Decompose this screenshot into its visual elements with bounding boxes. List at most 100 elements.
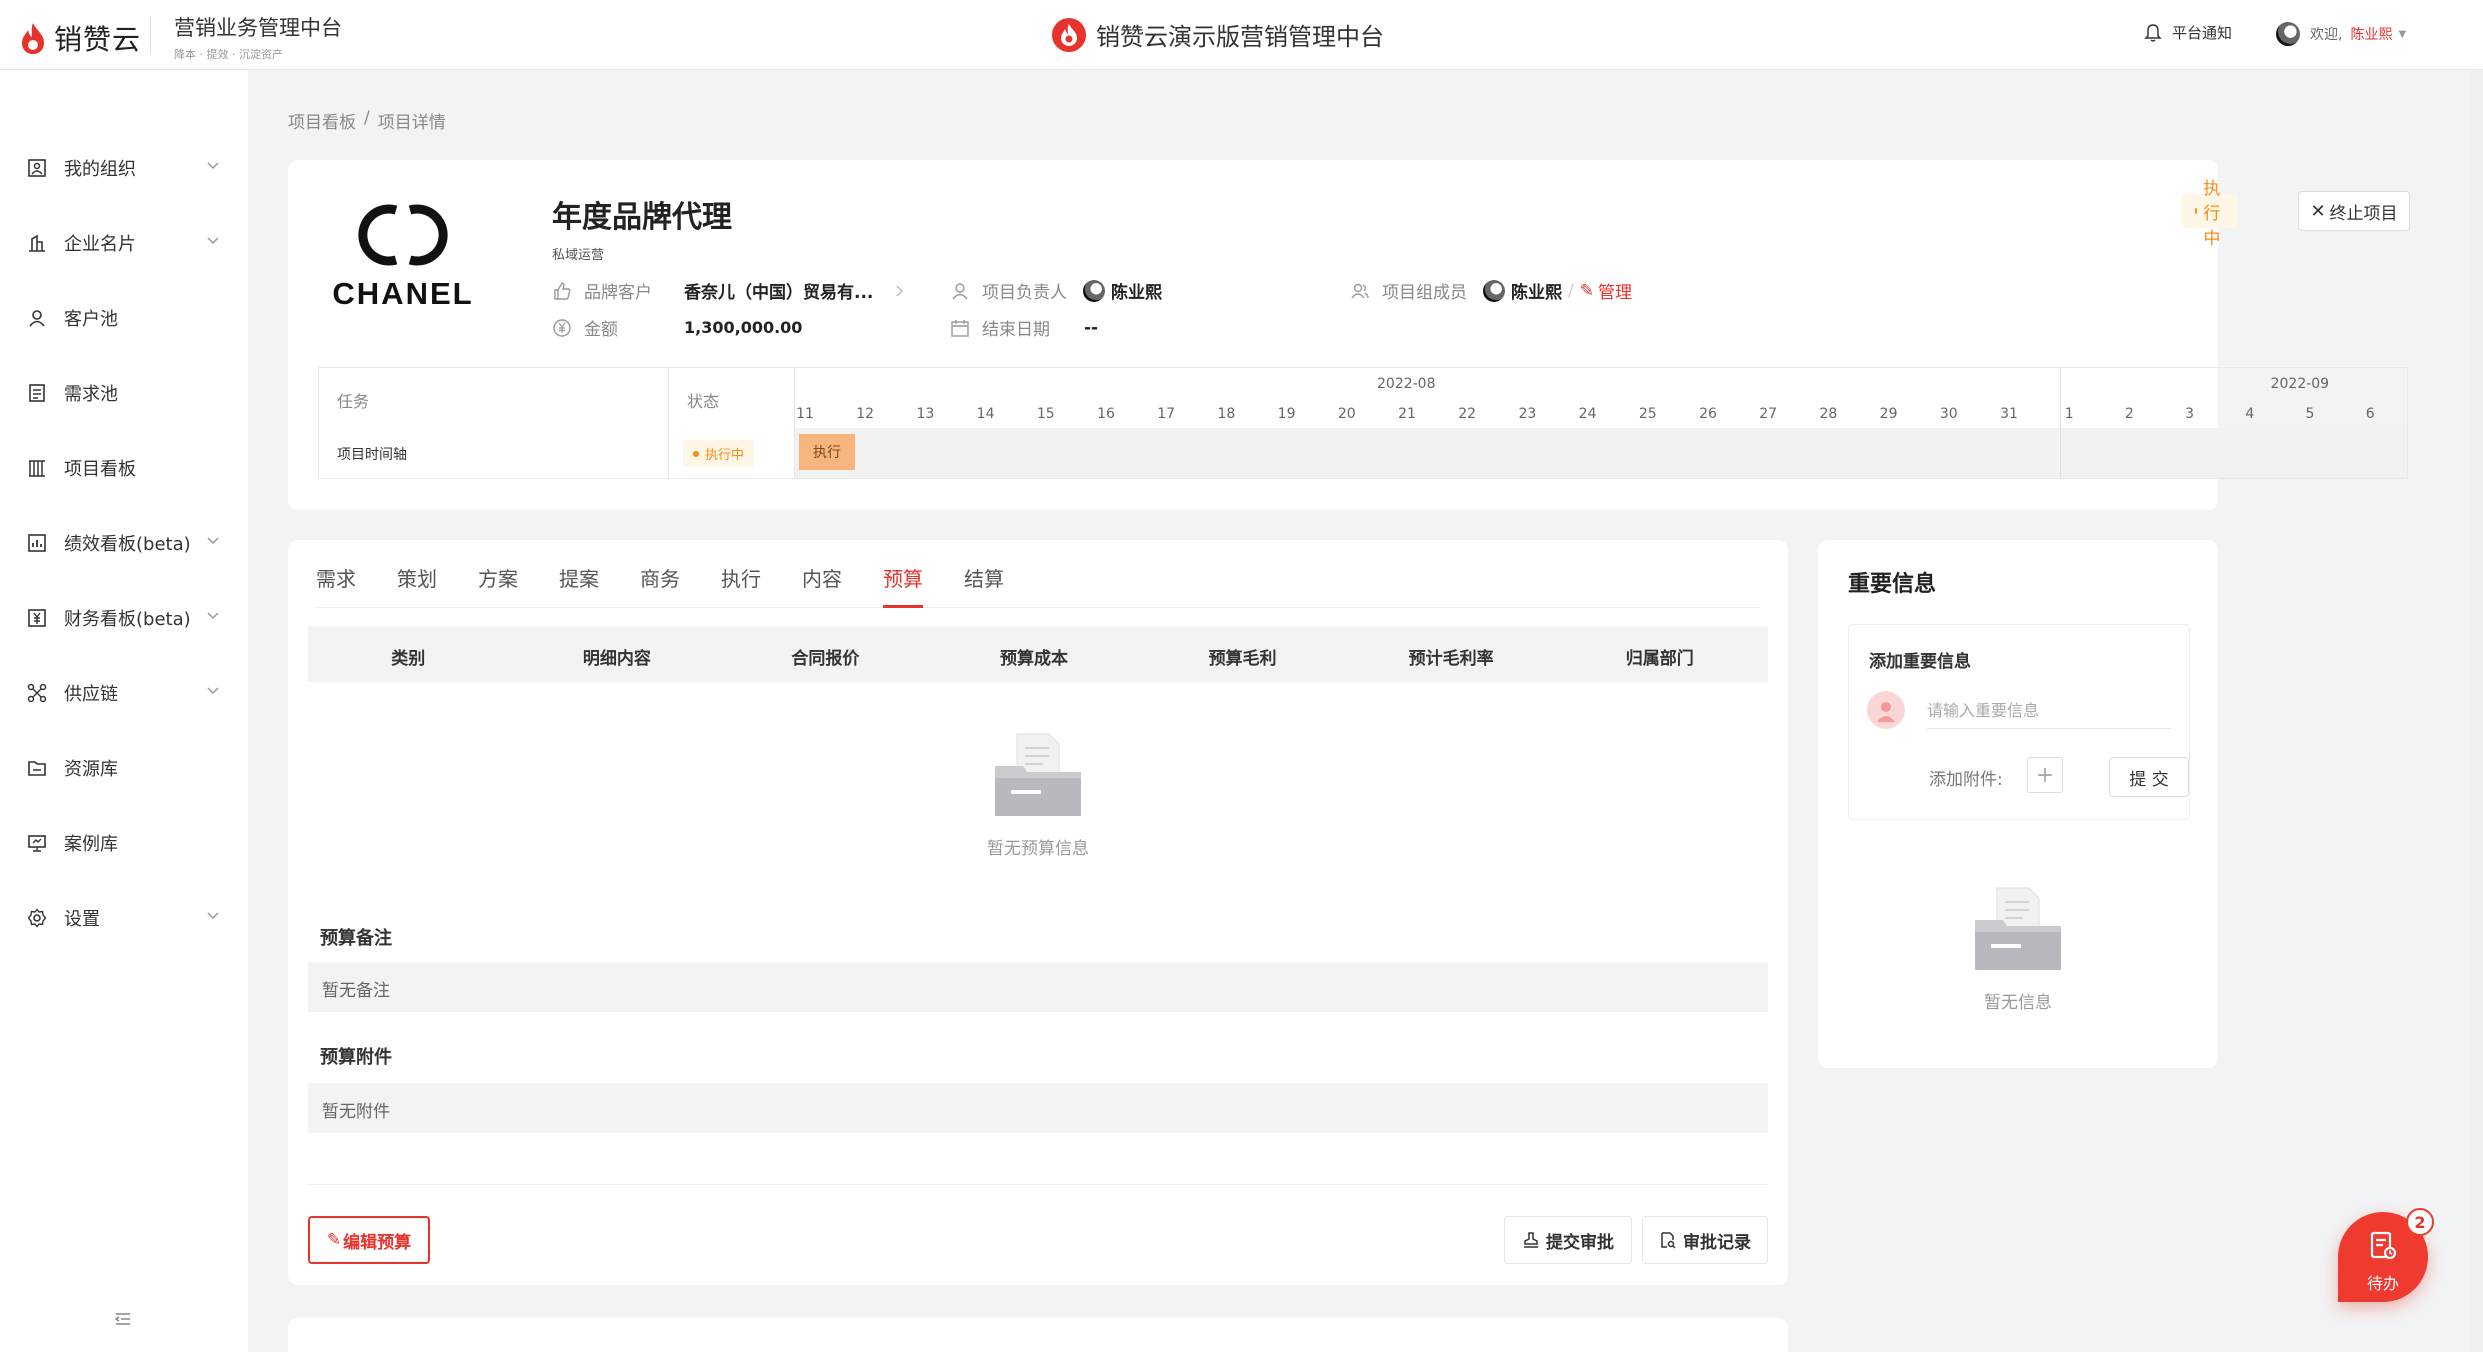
timeline-day: 23 xyxy=(1518,406,1537,422)
todo-floating-button[interactable]: 待办 2 xyxy=(2338,1208,2434,1302)
chart-icon xyxy=(26,532,48,554)
timeline-day: 28 xyxy=(1819,406,1838,422)
chevron-down-icon xyxy=(207,237,219,245)
document-search-icon xyxy=(1661,1232,1676,1249)
submit-approval-button[interactable]: 提交审批 xyxy=(1504,1216,1632,1264)
sidebar-item-demands[interactable]: 需求池 xyxy=(0,368,248,418)
amount-value: 1,300,000.00 xyxy=(684,318,803,337)
approval-record-button[interactable]: 审批记录 xyxy=(1642,1216,1768,1264)
folder-icon xyxy=(26,757,48,779)
important-info-input[interactable] xyxy=(1927,693,2171,729)
sidebar-item-label: 客户池 xyxy=(64,309,118,330)
sidebar-item-label: 需求池 xyxy=(64,384,118,405)
timeline-bar-execute[interactable]: 执行 xyxy=(799,434,855,470)
budget-note-title: 预算备注 xyxy=(320,928,392,949)
gear-icon xyxy=(26,907,48,929)
timeline-day: 13 xyxy=(916,406,935,422)
project-timeline: 任务 状态 项目时间轴 执行中 执行 11 12 13 14 15 16 17 18 19 20 2… xyxy=(318,367,2408,479)
tab-3[interactable]: 提案 xyxy=(559,560,599,608)
status-dot xyxy=(2195,208,2198,214)
welcome-text: 欢迎, xyxy=(2310,27,2343,43)
budget-note-value: 暂无备注 xyxy=(308,962,1768,1012)
todo-label: 待办 xyxy=(2366,1274,2399,1293)
divider xyxy=(308,1184,1768,1185)
brand-customer-label: 品牌客户 xyxy=(584,283,652,303)
column-header: 预算毛利 xyxy=(1208,649,1277,669)
brand-name: 销赞云 xyxy=(54,23,142,56)
manage-members-link[interactable]: ✎ 管理 xyxy=(1580,278,1632,304)
tab-6[interactable]: 内容 xyxy=(802,560,842,608)
brand-customer-field: 品牌客户 香奈儿（中国）贸易有... xyxy=(552,278,905,303)
notice-label: 平台通知 xyxy=(2172,24,2233,42)
breadcrumb-item-board[interactable]: 项目看板 xyxy=(288,108,356,133)
sidebar-item-customers[interactable]: 客户池 xyxy=(0,293,248,343)
stage-tabs: 需求 策划 方案 提案 商务 执行 内容 预算 结算 xyxy=(316,560,1760,608)
project-title: 年度品牌代理 xyxy=(552,200,732,235)
chevron-down-icon xyxy=(207,162,219,170)
tab-1[interactable]: 策划 xyxy=(397,560,437,608)
tab-5[interactable]: 执行 xyxy=(721,560,761,608)
sidebar-item-project-board[interactable]: 项目看板 xyxy=(0,443,248,493)
timeline-day: 30 xyxy=(1939,406,1958,422)
next-section-card xyxy=(288,1318,1788,1352)
center-logo-icon xyxy=(1052,17,1086,52)
timeline-day: 31 xyxy=(2000,406,2018,422)
column-header: 合同报价 xyxy=(791,649,860,669)
building-icon xyxy=(26,232,48,254)
menu-collapse-icon[interactable] xyxy=(114,1310,132,1328)
sidebar-item-label: 设置 xyxy=(64,909,100,930)
chevron-down-icon xyxy=(207,612,219,620)
sidebar-item-cases[interactable]: 案例库 xyxy=(0,818,248,868)
tab-2[interactable]: 方案 xyxy=(478,560,518,608)
chevron-down-icon xyxy=(207,687,219,695)
column-header: 归属部门 xyxy=(1625,649,1694,669)
breadcrumb: 项目看板 / 项目详情 xyxy=(288,108,446,133)
finance-icon xyxy=(26,607,48,629)
terminate-label: 终止项目 xyxy=(2329,203,2398,224)
chevron-down-icon xyxy=(207,537,219,545)
edit-budget-button[interactable]: ✎ 编辑预算 xyxy=(308,1216,430,1264)
sidebar-item-supply-chain[interactable]: 供应链 xyxy=(0,668,248,718)
timeline-day: 19 xyxy=(1277,406,1296,422)
avatar xyxy=(1867,691,1905,729)
list-icon xyxy=(26,382,48,404)
user-menu[interactable]: 欢迎, 陈业熙 ▼ xyxy=(2276,22,2406,46)
submit-button[interactable]: 提 交 xyxy=(2109,757,2189,797)
member-avatar xyxy=(1483,279,1505,302)
tab-4[interactable]: 商务 xyxy=(640,560,680,608)
network-icon xyxy=(26,682,48,704)
brand-divider xyxy=(150,16,151,54)
sidebar-item-finance[interactable]: 财务看板(beta) xyxy=(0,593,248,643)
sidebar-item-performance[interactable]: 绩效看板(beta) xyxy=(0,518,248,568)
page-scrollbar[interactable] xyxy=(2471,70,2483,1352)
sidebar-item-company-card[interactable]: 企业名片 xyxy=(0,218,248,268)
important-info-card: 重要信息 添加重要信息 添加附件: + 提 交 暂无信息 xyxy=(1818,540,2218,1068)
sidebar-item-settings[interactable]: 设置 xyxy=(0,893,248,943)
submit-approval-label: 提交审批 xyxy=(1546,1232,1614,1253)
tab-0[interactable]: 需求 xyxy=(316,560,356,608)
timeline-day: 17 xyxy=(1157,406,1176,422)
terminate-project-action[interactable]: ✕ 终止项目 xyxy=(2298,191,2410,231)
org-icon xyxy=(26,157,48,179)
sidebar-item-org[interactable]: 我的组织 xyxy=(0,143,248,193)
tab-8[interactable]: 结算 xyxy=(964,560,1004,608)
timeline-day: 4 xyxy=(2245,406,2255,422)
project-subtitle: 私域运营 xyxy=(552,248,605,263)
timeline-status-badge: 执行中 xyxy=(683,440,755,467)
sidebar-item-resources[interactable]: 资源库 xyxy=(0,743,248,793)
user-icon xyxy=(1877,702,1895,722)
platform-notice[interactable]: 平台通知 xyxy=(2144,22,2232,43)
sidebar: 我的组织 企业名片 客户池 需求池 项目看板 绩效看板(beta) 财务看板(b… xyxy=(0,70,248,1352)
system-title: 营销业务管理中台 xyxy=(174,16,342,40)
members-value: 陈业熙 xyxy=(1511,283,1562,303)
brand-customer-value[interactable]: 香奈儿（中国）贸易有... xyxy=(684,278,873,303)
user-icon xyxy=(26,307,48,329)
tab-7[interactable]: 预算 xyxy=(883,560,923,608)
flame-logo-icon xyxy=(22,23,44,54)
add-attachment-button[interactable]: + xyxy=(2027,757,2063,793)
presentation-icon xyxy=(26,832,48,854)
user-icon xyxy=(952,282,968,299)
chanel-cc-logo-icon xyxy=(358,204,448,266)
chevron-right-icon[interactable] xyxy=(895,284,905,298)
brand[interactable]: 销赞云 xyxy=(20,18,141,58)
